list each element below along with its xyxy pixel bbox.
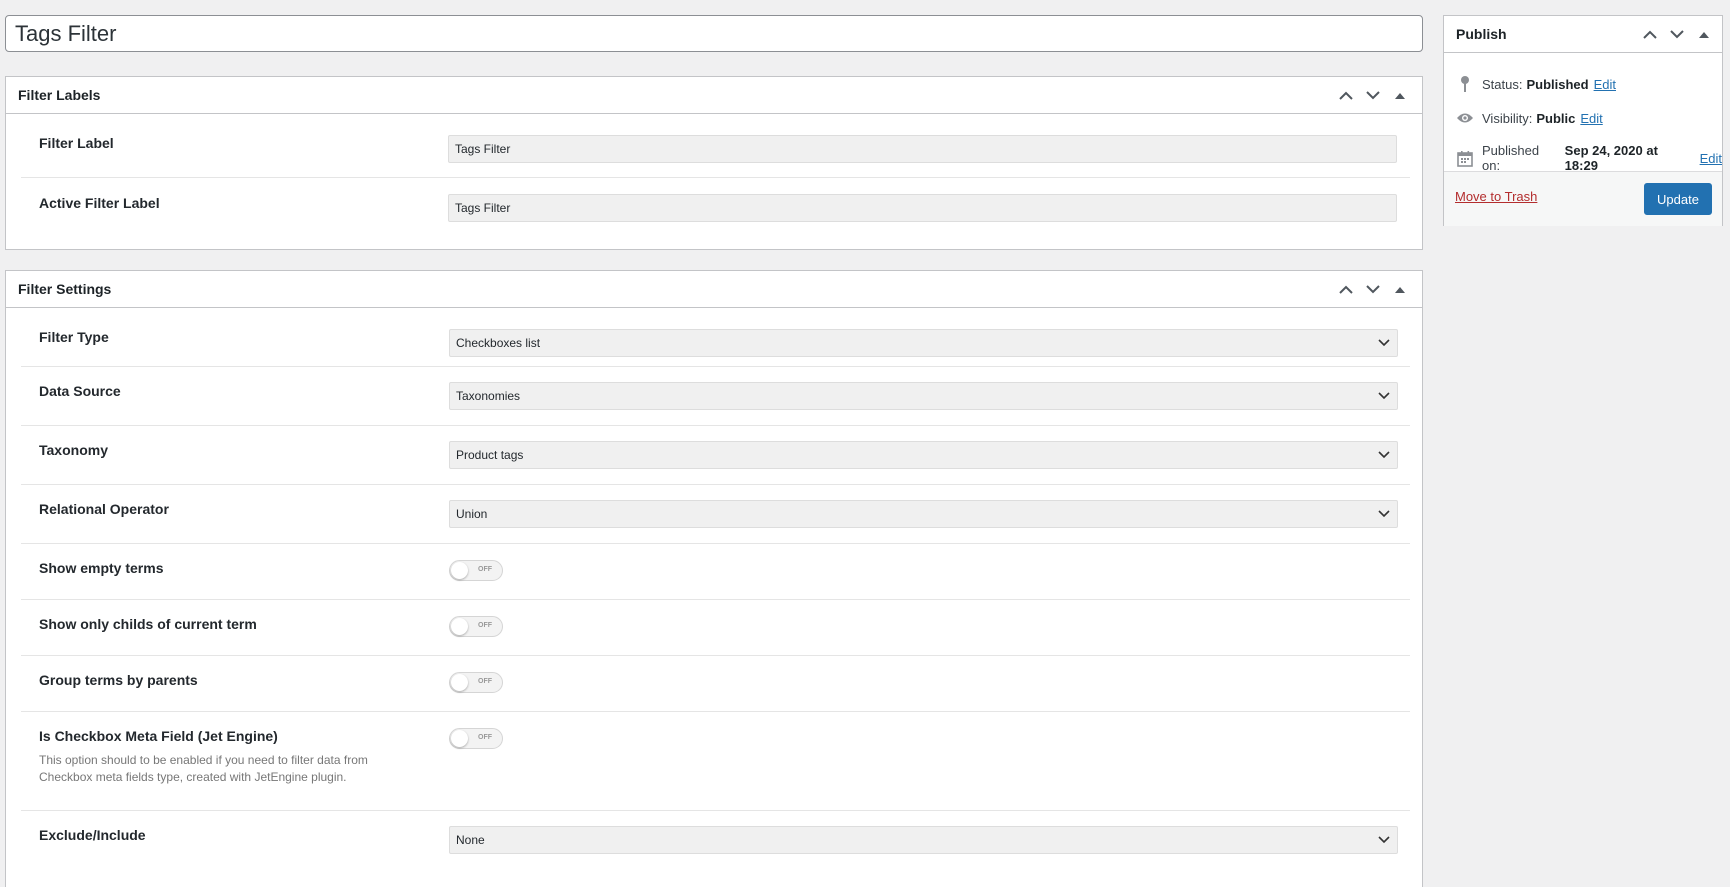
- taxonomy-label: Taxonomy: [39, 442, 108, 458]
- chevron-down-icon: [1377, 833, 1391, 847]
- toggle-state-text: OFF: [478, 566, 492, 573]
- data-source-select[interactable]: Taxonomies: [449, 382, 1398, 410]
- exclude-include-label: Exclude/Include: [39, 827, 146, 843]
- filter-settings-header: Filter Settings: [6, 271, 1422, 308]
- move-up-icon[interactable]: [1335, 279, 1356, 300]
- show-only-childs-toggle[interactable]: OFF: [449, 616, 503, 637]
- calendar-icon: [1456, 149, 1474, 167]
- eye-icon: [1456, 109, 1474, 127]
- post-title-input[interactable]: Tags Filter: [5, 15, 1423, 52]
- published-on-label: Published on:: [1481, 143, 1540, 173]
- toggle-knob: [451, 562, 468, 579]
- data-source-label: Data Source: [39, 383, 121, 399]
- pin-icon: [1456, 75, 1474, 93]
- move-down-icon[interactable]: [1362, 85, 1383, 106]
- move-down-icon[interactable]: [1666, 24, 1687, 45]
- taxonomy-row: Taxonomy Product tags: [21, 426, 1410, 485]
- group-terms-toggle[interactable]: OFF: [449, 672, 503, 693]
- toggle-panel-icon[interactable]: [1693, 24, 1714, 45]
- show-empty-terms-row: Show empty terms OFF: [21, 544, 1410, 600]
- toggle-state-text: OFF: [478, 678, 492, 685]
- checkbox-meta-description: This option should to be enabled if you …: [39, 753, 368, 784]
- relational-operator-row: Relational Operator Union: [21, 485, 1410, 544]
- chevron-down-icon: [1377, 448, 1391, 462]
- filter-type-select[interactable]: Checkboxes list: [449, 329, 1398, 357]
- toggle-panel-icon[interactable]: [1389, 85, 1410, 106]
- chevron-down-icon: [1377, 389, 1391, 403]
- filter-label-label: Filter Label: [39, 135, 114, 151]
- chevron-down-icon: [1377, 336, 1391, 350]
- taxonomy-select[interactable]: Product tags: [449, 441, 1398, 469]
- toggle-panel-icon[interactable]: [1389, 279, 1410, 300]
- toggle-knob: [451, 674, 468, 691]
- filter-labels-header: Filter Labels: [6, 77, 1422, 114]
- group-terms-row: Group terms by parents OFF: [21, 656, 1410, 712]
- taxonomy-value: Product tags: [456, 448, 524, 462]
- relational-operator-label: Relational Operator: [39, 501, 169, 517]
- publish-title: Publish: [1456, 26, 1507, 42]
- publish-actions: Move to Trash Update: [1444, 171, 1722, 226]
- relational-operator-select[interactable]: Union: [449, 500, 1398, 528]
- filter-labels-panel: Filter Labels Filter Label Tags Filter A…: [5, 76, 1423, 250]
- publish-panel: Publish Status: Published Edit Visibilit…: [1443, 15, 1723, 226]
- checkbox-meta-row: Is Checkbox Meta Field (Jet Engine) This…: [21, 712, 1410, 811]
- toggle-knob: [451, 730, 468, 747]
- filter-type-value: Checkboxes list: [456, 336, 541, 350]
- filter-labels-title: Filter Labels: [18, 87, 101, 103]
- status-label: Status:: [1482, 76, 1523, 92]
- exclude-include-value: None: [456, 833, 485, 847]
- edit-date-link[interactable]: Edit: [1700, 151, 1722, 166]
- visibility-item: Visibility: Public Edit: [1456, 109, 1603, 127]
- move-up-icon[interactable]: [1639, 24, 1660, 45]
- filter-label-input[interactable]: Tags Filter: [448, 135, 1397, 163]
- filter-type-row: Filter Type Checkboxes list: [21, 308, 1410, 367]
- group-terms-label: Group terms by parents: [39, 672, 198, 688]
- edit-visibility-link[interactable]: Edit: [1580, 111, 1602, 126]
- active-filter-label-input[interactable]: Tags Filter: [448, 194, 1397, 222]
- publish-handle-actions: [1639, 24, 1714, 45]
- exclude-include-row: Exclude/Include None: [21, 811, 1410, 881]
- update-button[interactable]: Update: [1644, 183, 1712, 215]
- show-only-childs-row: Show only childs of current term OFF: [21, 600, 1410, 656]
- checkbox-meta-label: Is Checkbox Meta Field (Jet Engine): [39, 728, 278, 744]
- filter-settings-panel: Filter Settings Filter Type Checkboxes l…: [5, 270, 1423, 887]
- show-empty-terms-toggle[interactable]: OFF: [449, 560, 503, 581]
- status-item: Status: Published Edit: [1456, 75, 1616, 93]
- data-source-row: Data Source Taxonomies: [21, 367, 1410, 426]
- exclude-include-select[interactable]: None: [449, 826, 1398, 854]
- edit-status-link[interactable]: Edit: [1594, 77, 1616, 92]
- filter-type-label: Filter Type: [39, 329, 109, 345]
- toggle-knob: [451, 618, 468, 635]
- toggle-state-text: OFF: [478, 622, 492, 629]
- published-on-item: Published on: Sep 24, 2020 at 18:29 Edit: [1456, 143, 1722, 173]
- active-filter-label-row: Active Filter Label Tags Filter: [21, 178, 1410, 248]
- visibility-value: Public: [1536, 110, 1576, 126]
- filter-settings-handle-actions: [1335, 279, 1410, 300]
- move-down-icon[interactable]: [1362, 279, 1383, 300]
- visibility-label: Visibility:: [1482, 110, 1533, 126]
- filter-settings-title: Filter Settings: [18, 281, 112, 297]
- published-on-value: Sep 24, 2020 at 18:29: [1564, 143, 1658, 173]
- publish-header: Publish: [1444, 16, 1722, 53]
- relational-operator-value: Union: [456, 507, 488, 521]
- chevron-down-icon: [1377, 507, 1391, 521]
- move-to-trash-link[interactable]: Move to Trash: [1455, 189, 1537, 204]
- show-only-childs-label: Show only childs of current term: [39, 616, 257, 632]
- checkbox-meta-toggle[interactable]: OFF: [449, 728, 503, 749]
- filter-labels-handle-actions: [1335, 85, 1410, 106]
- toggle-state-text: OFF: [478, 734, 492, 741]
- show-empty-terms-label: Show empty terms: [39, 560, 164, 576]
- status-value: Published: [1526, 76, 1589, 92]
- data-source-value: Taxonomies: [456, 389, 521, 403]
- active-filter-label-label: Active Filter Label: [39, 195, 160, 211]
- filter-label-row: Filter Label Tags Filter: [21, 114, 1410, 178]
- move-up-icon[interactable]: [1335, 85, 1356, 106]
